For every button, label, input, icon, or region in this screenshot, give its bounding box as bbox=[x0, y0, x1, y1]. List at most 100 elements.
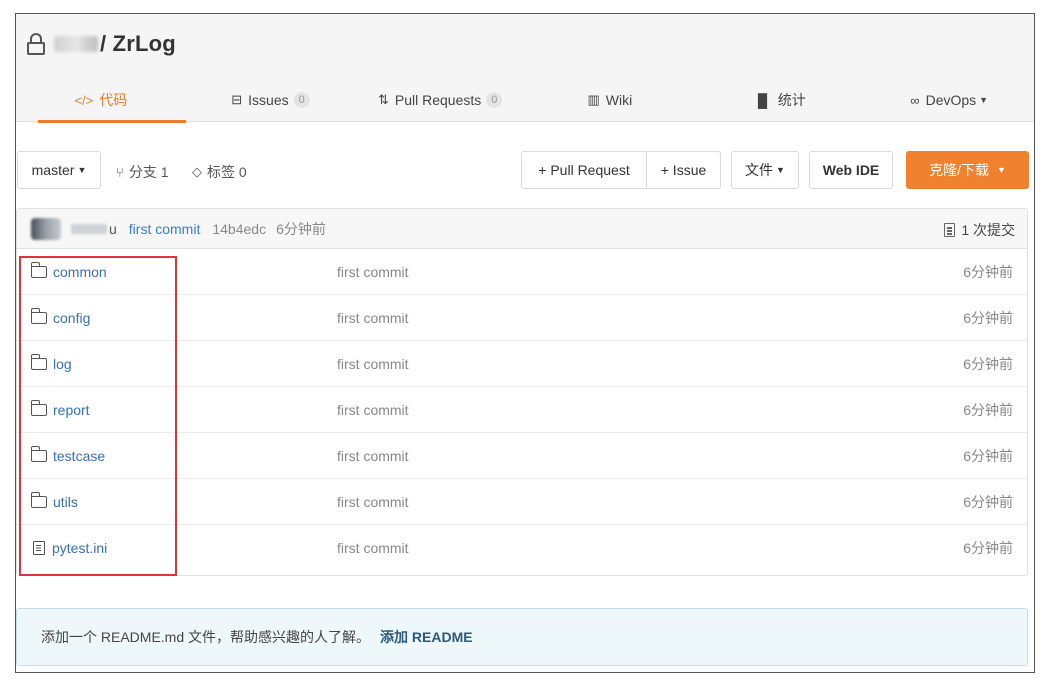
commit-count-link[interactable]: 1 次提交 bbox=[944, 220, 1015, 240]
tags-label: 标签 0 bbox=[207, 164, 247, 180]
commit-count-label: 1 次提交 bbox=[961, 222, 1015, 238]
issues-icon: ⊟ bbox=[231, 92, 243, 107]
table-row: common first commit 6分钟前 bbox=[17, 249, 1027, 295]
file-age: 6分钟前 bbox=[963, 540, 1013, 556]
table-row: utils first commit 6分钟前 bbox=[17, 479, 1027, 525]
file-commit-message[interactable]: first commit bbox=[337, 356, 409, 372]
file-commit-message[interactable]: first commit bbox=[337, 310, 409, 326]
new-issue-label: + Issue bbox=[660, 162, 707, 178]
file-age: 6分钟前 bbox=[963, 447, 1013, 464]
branch-icon: ⑂ bbox=[116, 164, 124, 180]
chevron-down-icon: ▼ bbox=[979, 95, 989, 105]
tag-icon: ◇ bbox=[192, 164, 202, 179]
owner-name-redacted[interactable] bbox=[54, 36, 98, 52]
latest-commit-bar: u first commit 14b4edc 6分钟前 1 次提交 bbox=[17, 209, 1027, 249]
tab-pull-requests[interactable]: ⇅ Pull Requests 0 bbox=[355, 78, 525, 122]
branch-select-label: master bbox=[31, 162, 75, 178]
code-icon: </> bbox=[74, 92, 94, 108]
new-pull-request-label: + Pull Request bbox=[538, 162, 630, 178]
tab-wiki[interactable]: ▥ Wiki bbox=[525, 78, 695, 122]
file-name: utils bbox=[53, 493, 78, 510]
file-entry[interactable]: report bbox=[30, 399, 90, 418]
file-menu-button[interactable]: 文件 ▼ bbox=[731, 151, 799, 189]
file-age: 6分钟前 bbox=[963, 493, 1013, 510]
file-commit-message[interactable]: first commit bbox=[337, 540, 409, 556]
file-entry[interactable]: testcase bbox=[30, 445, 106, 464]
file-list: u first commit 14b4edc 6分钟前 1 次提交 common… bbox=[16, 208, 1028, 576]
file-entry[interactable]: common bbox=[30, 261, 107, 280]
file-entry[interactable]: utils bbox=[30, 491, 78, 510]
tab-code-label: 代码 bbox=[99, 92, 128, 108]
tab-code[interactable]: </> 代码 bbox=[16, 78, 186, 123]
repo-tabs: </> 代码 ⊟ Issues 0 ⇅ Pull Requests 0 ▥ Wi… bbox=[16, 78, 1034, 123]
file-name: pytest.ini bbox=[52, 540, 108, 556]
file-commit-message[interactable]: first commit bbox=[337, 448, 409, 464]
folder-icon bbox=[30, 491, 47, 508]
avatar[interactable] bbox=[31, 217, 61, 240]
repo-title: / ZrLog bbox=[26, 30, 176, 58]
web-ide-button[interactable]: Web IDE bbox=[809, 151, 893, 189]
file-name: report bbox=[53, 401, 90, 418]
file-age: 6分钟前 bbox=[963, 355, 1013, 372]
readme-prompt-text: 添加一个 README.md 文件，帮助感兴趣的人了解。 bbox=[41, 629, 371, 645]
issues-count-badge: 0 bbox=[293, 92, 310, 108]
commit-message[interactable]: first commit bbox=[129, 221, 201, 237]
add-readme-link[interactable]: 添加 README bbox=[380, 627, 473, 647]
new-issue-button[interactable]: + Issue bbox=[646, 151, 721, 189]
tab-devops[interactable]: ∞ DevOps ▼ bbox=[864, 78, 1034, 122]
tab-wiki-label: Wiki bbox=[605, 92, 633, 108]
folder-icon bbox=[30, 353, 47, 370]
tab-devops-label: DevOps bbox=[925, 92, 977, 108]
file-name: testcase bbox=[53, 447, 106, 464]
clone-download-button[interactable]: 克隆/下载 ▼ bbox=[906, 151, 1029, 189]
folder-icon bbox=[30, 261, 47, 278]
repo-header: / ZrLog </> 代码 ⊟ Issues 0 ⇅ Pull Request… bbox=[16, 14, 1034, 123]
pull-request-icon: ⇅ bbox=[377, 92, 389, 107]
chevron-down-icon: ▼ bbox=[77, 165, 87, 175]
infinity-icon: ∞ bbox=[910, 92, 920, 108]
table-row: log first commit 6分钟前 bbox=[17, 341, 1027, 387]
file-commit-message[interactable]: first commit bbox=[337, 264, 409, 280]
table-row: report first commit 6分钟前 bbox=[17, 387, 1027, 433]
file-menu-label: 文件 bbox=[745, 162, 774, 178]
file-commit-message[interactable]: first commit bbox=[337, 494, 409, 510]
file-entry[interactable]: log bbox=[30, 353, 72, 372]
table-row: config first commit 6分钟前 bbox=[17, 295, 1027, 341]
repo-toolbar: master ▼ ⑂ 分支 1 ◇ 标签 0 + Pull Request + … bbox=[16, 151, 1034, 191]
chevron-down-icon: ▼ bbox=[776, 165, 785, 175]
tab-stats[interactable]: ▐▌ 统计 bbox=[695, 78, 865, 122]
commits-icon bbox=[944, 223, 956, 237]
tags-link[interactable]: ◇ 标签 0 bbox=[192, 162, 247, 182]
folder-icon bbox=[30, 399, 47, 416]
chevron-down-icon: ▼ bbox=[996, 165, 1006, 175]
file-name: common bbox=[53, 263, 107, 280]
commit-time: 6分钟前 bbox=[276, 220, 326, 237]
file-commit-message[interactable]: first commit bbox=[337, 402, 409, 418]
branches-label: 分支 1 bbox=[128, 164, 169, 180]
commit-sha[interactable]: 14b4edc bbox=[212, 221, 266, 237]
new-pull-request-button[interactable]: + Pull Request bbox=[521, 151, 647, 189]
file-name: log bbox=[53, 355, 72, 372]
tab-issues-label: Issues bbox=[248, 92, 289, 108]
file-age: 6分钟前 bbox=[963, 401, 1013, 418]
folder-icon bbox=[30, 307, 47, 324]
commit-author[interactable]: u bbox=[109, 221, 117, 237]
branch-select[interactable]: master ▼ bbox=[17, 151, 101, 189]
tab-stats-label: 统计 bbox=[777, 92, 806, 108]
table-row: testcase first commit 6分钟前 bbox=[17, 433, 1027, 479]
web-ide-label: Web IDE bbox=[822, 162, 880, 178]
file-icon bbox=[33, 541, 45, 555]
wiki-icon: ▥ bbox=[587, 92, 600, 107]
file-age: 6分钟前 bbox=[963, 263, 1013, 280]
repo-name[interactable]: / ZrLog bbox=[100, 31, 176, 57]
repo-page: / ZrLog </> 代码 ⊟ Issues 0 ⇅ Pull Request… bbox=[15, 13, 1035, 673]
file-entry[interactable]: config bbox=[30, 307, 90, 326]
chart-icon: ▐▌ bbox=[753, 92, 772, 108]
lock-icon bbox=[26, 33, 46, 55]
tab-issues[interactable]: ⊟ Issues 0 bbox=[186, 78, 356, 122]
branches-link[interactable]: ⑂ 分支 1 bbox=[116, 162, 169, 182]
readme-prompt: 添加一个 README.md 文件，帮助感兴趣的人了解。 添加 README bbox=[16, 608, 1028, 666]
pull-requests-count-badge: 0 bbox=[486, 92, 503, 108]
file-age: 6分钟前 bbox=[963, 309, 1013, 326]
file-entry[interactable]: pytest.ini bbox=[31, 540, 107, 556]
